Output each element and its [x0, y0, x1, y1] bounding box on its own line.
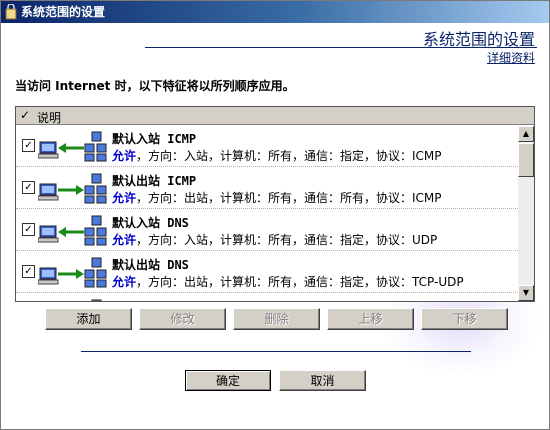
rule-checkbox[interactable]: ✓ [22, 139, 35, 152]
footer-divider [81, 351, 471, 352]
rule-details: ，方向：出站，计算机：所有，通信：指定，协议：TCP-UDP [136, 275, 464, 289]
column-header-description: 说明 [37, 111, 62, 125]
edit-button[interactable]: 修改 [139, 308, 226, 330]
list-item[interactable]: ✓ 默认出站 ICMP 允许，方向：出站，计算机：所有，通信：所有，协议：ICM… [16, 168, 518, 209]
ok-button[interactable]: 确定 [185, 370, 271, 391]
move-up-button[interactable]: 上移 [327, 308, 414, 330]
list-item[interactable]: ✓ 默认入站 DNS 允许，方向：入站，计算机：所有，通信：指定，协议：UDP [16, 210, 518, 251]
header-divider [145, 47, 537, 48]
rule-description: 允许，方向：出站，计算机：所有，通信：所有，协议：ICMP [112, 189, 442, 206]
outbound-traffic-icon [38, 257, 107, 288]
header-check-icon: ✓ [20, 108, 31, 122]
list-item[interactable]: ✓ 默认出站 DNS 允许，方向：出站，计算机：所有，通信：指定，协议：TCP-… [16, 252, 518, 293]
rule-action: 允许 [112, 233, 137, 247]
inbound-traffic-icon [38, 131, 107, 162]
inbound-traffic-icon [38, 215, 107, 246]
rule-action: 允许 [112, 149, 137, 163]
scroll-down-icon[interactable]: ▼ [518, 285, 534, 301]
move-down-button[interactable]: 下移 [421, 308, 508, 330]
cancel-button[interactable]: 取消 [279, 370, 366, 391]
rule-action: 允许 [112, 275, 137, 289]
rule-checkbox[interactable]: ✓ [22, 265, 35, 278]
outbound-traffic-icon [38, 173, 107, 204]
rule-name: 默认出站 ICMP [112, 174, 197, 188]
add-button[interactable]: 添加 [45, 308, 132, 330]
rule-name: 默认入站 DNS [112, 216, 189, 230]
rule-name: 默认出站 DNS [112, 258, 189, 272]
list-item-partial[interactable] [16, 294, 518, 301]
scroll-up-icon[interactable]: ▲ [518, 126, 534, 142]
rule-description: 允许，方向：入站，计算机：所有，通信：指定，协议：UDP [112, 231, 437, 248]
window-title: 系统范围的设置 [21, 5, 106, 19]
settings-window: 系统范围的设置 系统范围的设置 详细资料 当访问 Internet 时，以下特征… [0, 0, 550, 430]
rule-details: ，方向：出站，计算机：所有，通信：所有，协议：ICMP [136, 191, 442, 205]
app-icon [5, 4, 17, 20]
list-item[interactable]: ✓ 默认入站 ICMP 允许，方向：入站，计算机：所有，通信：指定，协议：ICM… [16, 126, 518, 167]
vertical-scrollbar[interactable]: ▲ ▼ [518, 126, 534, 301]
list-rows: ✓ 默认入站 ICMP 允许，方向：入站，计算机：所有，通信：指定，协议：ICM… [16, 126, 518, 301]
details-link[interactable]: 详细资料 [487, 49, 535, 66]
intro-text: 当访问 Internet 时，以下特征将以所列顺序应用。 [15, 79, 295, 93]
rule-details: ，方向：入站，计算机：所有，通信：指定，协议：UDP [136, 233, 438, 247]
rule-action: 允许 [112, 191, 137, 205]
network-icon [91, 299, 102, 301]
rule-name: 默认入站 ICMP [112, 132, 197, 146]
title-bar[interactable]: 系统范围的设置 [1, 1, 549, 23]
scroll-thumb[interactable] [518, 143, 534, 177]
rule-checkbox[interactable]: ✓ [22, 223, 35, 236]
rules-list[interactable]: ✓ 说明 ✓ 默认入站 ICMP 允许，方向：入站，计算机：所有，通信：指定，协… [15, 106, 535, 302]
delete-button[interactable]: 删除 [233, 308, 320, 330]
rule-description: 允许，方向：出站，计算机：所有，通信：指定，协议：TCP-UDP [112, 273, 464, 290]
list-header[interactable]: ✓ 说明 [16, 107, 534, 125]
rule-details: ，方向：入站，计算机：所有，通信：指定，协议：ICMP [136, 149, 442, 163]
rule-checkbox[interactable]: ✓ [22, 181, 35, 194]
rule-description: 允许，方向：入站，计算机：所有，通信：指定，协议：ICMP [112, 147, 442, 164]
